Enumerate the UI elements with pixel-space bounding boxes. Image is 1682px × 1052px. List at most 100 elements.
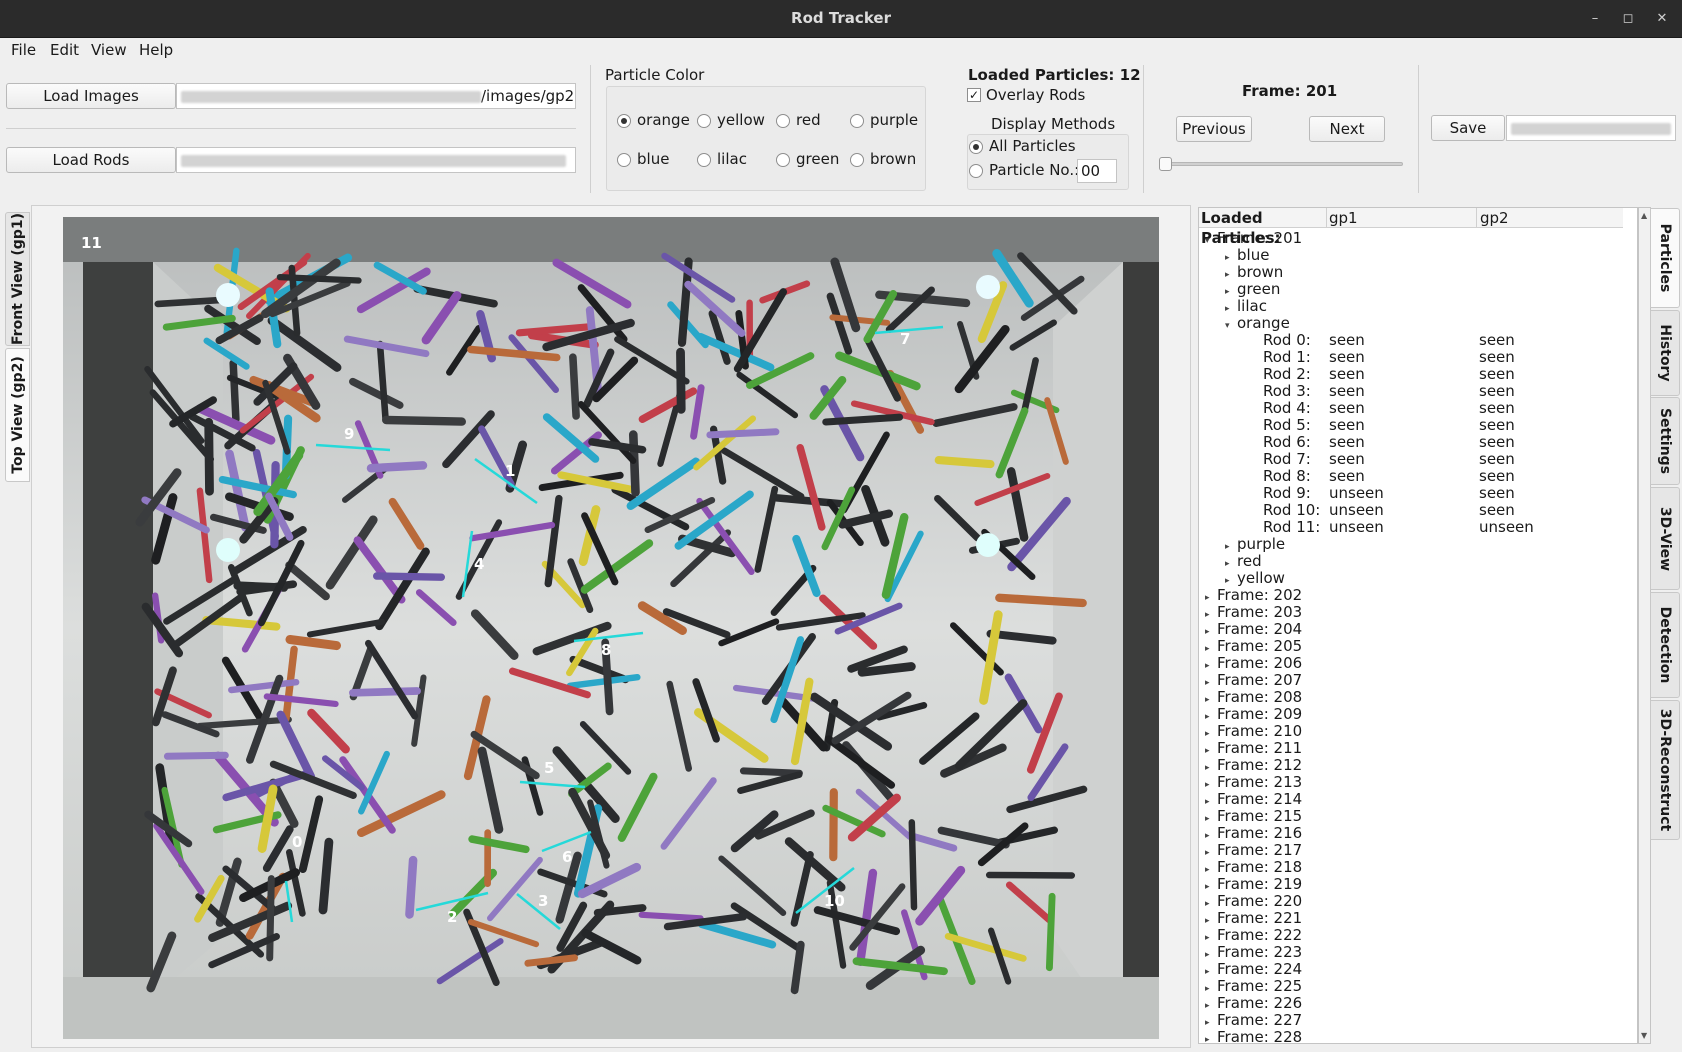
- tab-detection[interactable]: Detection: [1650, 592, 1680, 698]
- overlay-rods-checkbox[interactable]: ✓: [967, 88, 981, 102]
- tree-item-label: Frame: 217: [1217, 841, 1303, 859]
- rod-name: Rod 3:: [1263, 382, 1311, 400]
- tree-color-blue[interactable]: ▸ blue: [1225, 247, 1269, 264]
- tab-settings[interactable]: Settings: [1650, 397, 1680, 485]
- rod: [985, 871, 1076, 879]
- tab-history[interactable]: History: [1650, 310, 1680, 396]
- menu-view[interactable]: View: [91, 41, 127, 59]
- color-radio-red[interactable]: [776, 114, 790, 128]
- load-images-button[interactable]: Load Images: [6, 83, 176, 109]
- save-button[interactable]: Save: [1431, 115, 1505, 141]
- rods-path-field[interactable]: [176, 147, 576, 173]
- rod-gp1: seen: [1329, 331, 1365, 349]
- scroll-down-icon[interactable]: ▼: [1641, 1031, 1647, 1040]
- frame-slider-track[interactable]: [1160, 162, 1403, 166]
- rod: [285, 635, 341, 651]
- rod: [349, 687, 421, 697]
- particle-no-radio[interactable]: [969, 164, 983, 178]
- menu-edit[interactable]: Edit: [50, 41, 79, 59]
- rod-name: Rod 10:: [1263, 501, 1321, 519]
- tree-item-label: Frame: 223: [1217, 943, 1303, 961]
- next-button[interactable]: Next: [1309, 116, 1385, 142]
- tab-3d-reconstruct[interactable]: 3D-Reconstruct: [1650, 700, 1680, 840]
- minimize-button[interactable]: –: [1584, 8, 1606, 30]
- rod-label-10: 10: [824, 892, 845, 910]
- tree-frame[interactable]: ▸ Frame: 214: [1205, 791, 1302, 808]
- tree-frame[interactable]: ▸ Frame: 224: [1205, 961, 1302, 978]
- tree-color-orange[interactable]: ▾ orange: [1225, 315, 1290, 332]
- tree-frame[interactable]: ▸ Frame: 226: [1205, 995, 1302, 1012]
- tree-frame[interactable]: ▸ Frame: 210: [1205, 723, 1302, 740]
- tree-frame[interactable]: ▸ Frame: 212: [1205, 757, 1302, 774]
- tree-frame[interactable]: ▸ Frame: 221: [1205, 910, 1302, 927]
- tree-frame-expanded[interactable]: ▾ Frame: 201: [1205, 230, 1302, 247]
- color-radio-purple[interactable]: [850, 114, 864, 128]
- tree-frame[interactable]: ▸ Frame: 216: [1205, 825, 1302, 842]
- tree-frame[interactable]: ▸ Frame: 202: [1205, 587, 1302, 604]
- tree-color-lilac[interactable]: ▸ lilac: [1225, 298, 1267, 315]
- scroll-up-icon[interactable]: ▲: [1641, 211, 1647, 220]
- tree-frame[interactable]: ▸ Frame: 208: [1205, 689, 1302, 706]
- tree-frame[interactable]: ▸ Frame: 217: [1205, 842, 1302, 859]
- rod-gp1: unseen: [1329, 501, 1384, 519]
- close-button[interactable]: ✕: [1651, 8, 1673, 30]
- tree-item-label: Frame: 221: [1217, 909, 1303, 927]
- tree-color-purple[interactable]: ▸ purple: [1225, 536, 1285, 553]
- previous-button[interactable]: Previous: [1176, 116, 1252, 142]
- particle-no-input[interactable]: 00: [1077, 159, 1117, 183]
- particles-tree[interactable]: Loaded Particles: gp1 gp2 ▾ Frame: 201 ▸ bl…: [1198, 207, 1638, 1044]
- tree-frame[interactable]: ▸ Frame: 219: [1205, 876, 1302, 893]
- tab-front-view[interactable]: Front View (gp1): [5, 212, 30, 346]
- tree-color-yellow[interactable]: ▸ yellow: [1225, 570, 1285, 587]
- tree-frame[interactable]: ▸ Frame: 222: [1205, 927, 1302, 944]
- color-radio-green[interactable]: [776, 153, 790, 167]
- image-bottom-edge: [63, 977, 1159, 1039]
- rod-gp1: unseen: [1329, 518, 1384, 536]
- chevron-right-icon[interactable]: ▸: [1205, 1032, 1217, 1043]
- rod-gp2: seen: [1479, 416, 1515, 434]
- rod-label-7: 7: [900, 330, 910, 348]
- tree-color-brown[interactable]: ▸ brown: [1225, 264, 1283, 281]
- tree-frame[interactable]: ▸ Frame: 209: [1205, 706, 1302, 723]
- tree-frame[interactable]: ▸ Frame: 227: [1205, 1012, 1302, 1029]
- tree-frame[interactable]: ▸ Frame: 218: [1205, 859, 1302, 876]
- tree-frame[interactable]: ▸ Frame: 223: [1205, 944, 1302, 961]
- images-path-field[interactable]: /images/gp2: [176, 83, 576, 109]
- tree-frame[interactable]: ▸ Frame: 220: [1205, 893, 1302, 910]
- tab-top-view[interactable]: Top View (gp2): [5, 348, 30, 482]
- tree-frame[interactable]: ▸ Frame: 207: [1205, 672, 1302, 689]
- tree-color-green[interactable]: ▸ green: [1225, 281, 1280, 298]
- tree-frame[interactable]: ▸ Frame: 211: [1205, 740, 1302, 757]
- frame-slider-handle[interactable]: [1159, 157, 1172, 171]
- tree-frame[interactable]: ▸ Frame: 206: [1205, 655, 1302, 672]
- tree-frame[interactable]: ▸ Frame: 213: [1205, 774, 1302, 791]
- color-radio-orange[interactable]: [617, 114, 631, 128]
- tree-item-label: Frame: 204: [1217, 620, 1303, 638]
- tree-frame[interactable]: ▸ Frame: 203: [1205, 604, 1302, 621]
- all-particles-radio[interactable]: [969, 140, 983, 154]
- tab-particles[interactable]: Particles: [1650, 208, 1680, 308]
- tree-frame[interactable]: ▸ Frame: 228: [1205, 1029, 1302, 1044]
- rod-gp2: seen: [1479, 365, 1515, 383]
- load-rods-button[interactable]: Load Rods: [6, 147, 176, 173]
- rod-name: Rod 5:: [1263, 416, 1311, 434]
- color-radio-yellow[interactable]: [697, 114, 711, 128]
- tree-frame[interactable]: ▸ Frame: 204: [1205, 621, 1302, 638]
- color-radio-blue[interactable]: [617, 153, 631, 167]
- chevron-down-icon[interactable]: ▾: [1225, 318, 1237, 335]
- color-radio-brown[interactable]: [850, 153, 864, 167]
- tab-3d-view[interactable]: 3D-View: [1650, 487, 1680, 590]
- tree-frame[interactable]: ▸ Frame: 225: [1205, 978, 1302, 995]
- chevron-down-icon[interactable]: ▾: [1205, 233, 1217, 250]
- save-path-field[interactable]: [1506, 115, 1676, 141]
- rod-image-canvas[interactable]: 11 0 1 2 3 4 5 6 7 8 9 10: [63, 217, 1159, 1039]
- tree-frame[interactable]: ▸ Frame: 215: [1205, 808, 1302, 825]
- tree-item-label: Frame: 203: [1217, 603, 1303, 621]
- menu-file[interactable]: File: [11, 41, 36, 59]
- maximize-button[interactable]: ◻: [1617, 8, 1639, 30]
- menu-help[interactable]: Help: [139, 41, 173, 59]
- tree-frame[interactable]: ▸ Frame: 205: [1205, 638, 1302, 655]
- color-radio-lilac[interactable]: [697, 153, 711, 167]
- tree-color-red[interactable]: ▸ red: [1225, 553, 1262, 570]
- tree-item-label: Frame: 211: [1217, 739, 1303, 757]
